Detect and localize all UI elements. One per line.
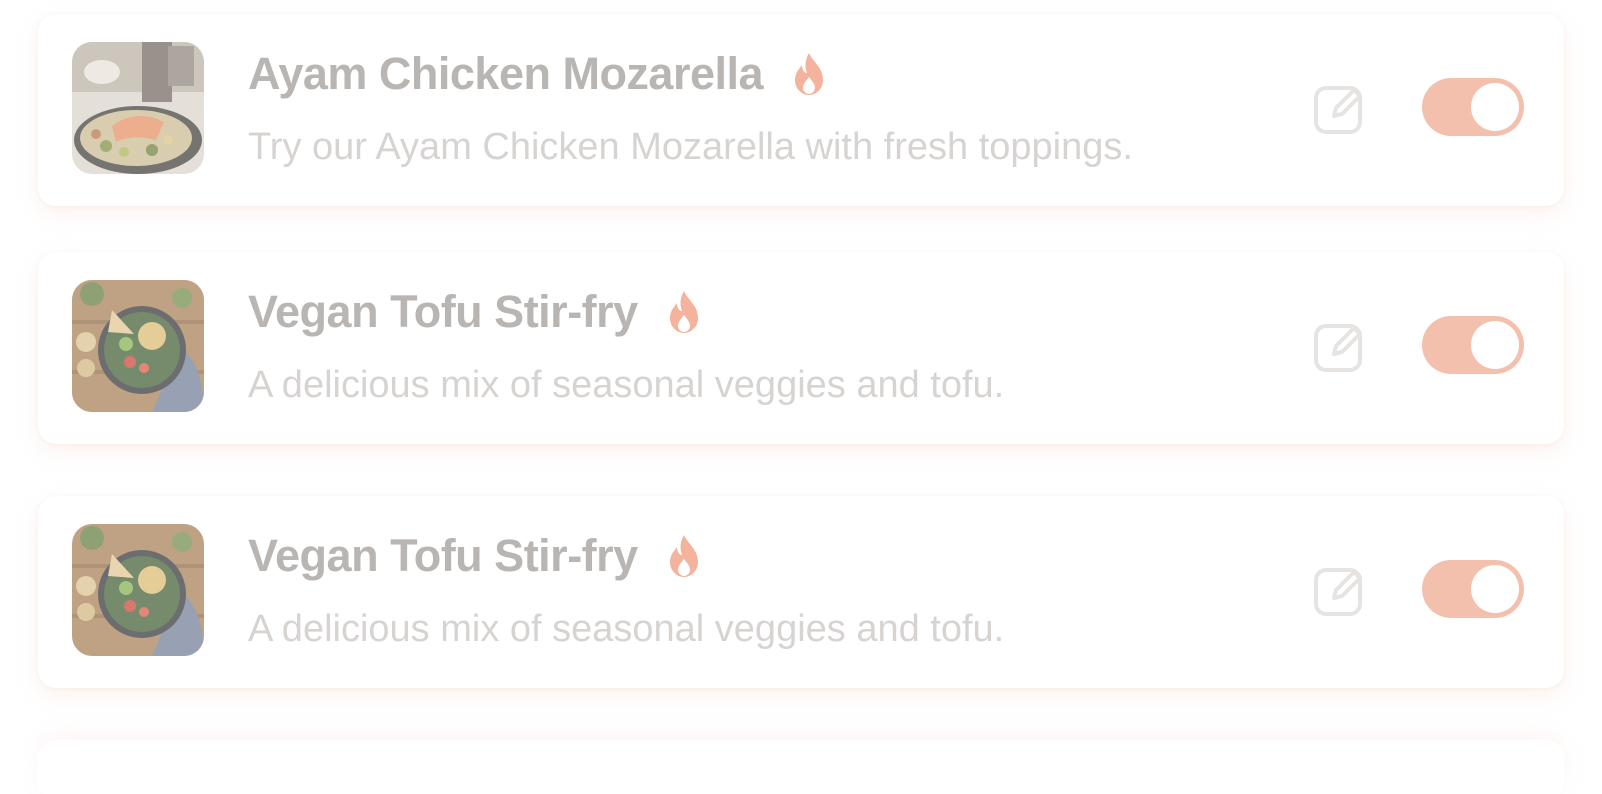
flame-icon	[669, 291, 698, 333]
toggle-knob	[1471, 83, 1519, 131]
edit-button[interactable]	[1312, 562, 1368, 618]
vegan-bowl-photo	[72, 524, 204, 656]
menu-item-title-row: Vegan Tofu Stir-fry	[248, 530, 704, 582]
menu-item-title-row: Vegan Tofu Stir-fry	[248, 286, 704, 338]
menu-item-card: Vegan Tofu Stir-fry A delicious mix of s…	[38, 496, 1564, 688]
menu-item-list: Ayam Chicken Mozarella Try our Ayam Chic…	[0, 0, 1602, 794]
menu-item-image	[72, 280, 204, 412]
availability-toggle[interactable]	[1422, 78, 1524, 136]
menu-item-card: Ayam Chicken Mozarella Try our Ayam Chic…	[38, 14, 1564, 206]
availability-toggle[interactable]	[1422, 316, 1524, 374]
edit-icon	[1314, 86, 1362, 134]
flame-icon	[795, 53, 824, 95]
toggle-knob	[1471, 565, 1519, 613]
menu-item-image	[72, 524, 204, 656]
menu-item-card: Vegan Tofu Stir-fry A delicious mix of s…	[38, 252, 1564, 444]
next-card-edge	[38, 740, 1564, 794]
menu-item-description: A delicious mix of seasonal veggies and …	[248, 608, 1005, 650]
edit-icon	[1314, 568, 1362, 616]
menu-item-description: A delicious mix of seasonal veggies and …	[248, 364, 1005, 406]
toggle-knob	[1471, 321, 1519, 369]
menu-item-title: Ayam Chicken Mozarella	[248, 48, 764, 99]
menu-item-title: Vegan Tofu Stir-fry	[248, 286, 638, 337]
flame-icon	[669, 535, 698, 577]
edit-button[interactable]	[1312, 318, 1368, 374]
menu-item-title-row: Ayam Chicken Mozarella	[248, 48, 829, 100]
edit-button[interactable]	[1312, 80, 1368, 136]
vegan-bowl-photo	[72, 280, 204, 412]
menu-item-description: Try our Ayam Chicken Mozarella with fres…	[248, 126, 1133, 168]
menu-item-title: Vegan Tofu Stir-fry	[248, 530, 638, 581]
menu-item-image	[72, 42, 204, 174]
chicken-dish-photo	[72, 42, 204, 174]
availability-toggle[interactable]	[1422, 560, 1524, 618]
edit-icon	[1314, 324, 1362, 372]
